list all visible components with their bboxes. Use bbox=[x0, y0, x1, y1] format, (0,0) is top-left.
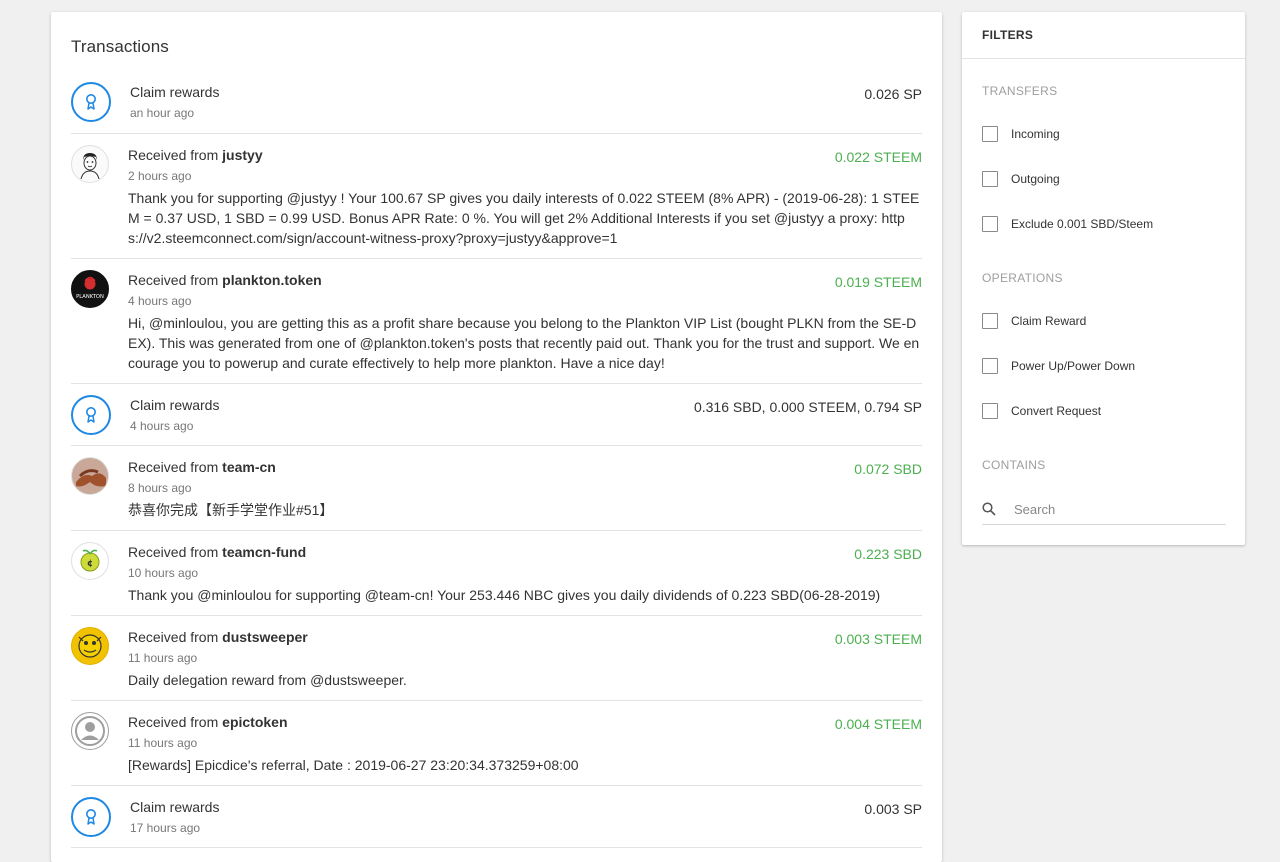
checkbox-box[interactable] bbox=[982, 358, 998, 374]
transaction-row[interactable]: Claim rewards 4 hours ago 0.316 SBD, 0.0… bbox=[71, 384, 922, 446]
transaction-amount: 0.223 SBD bbox=[854, 546, 922, 562]
filters-card: FILTERS TRANSFERS Incoming Outgoing Excl… bbox=[962, 12, 1245, 545]
contains-section-label: CONTAINS bbox=[982, 458, 1046, 472]
checkbox-box[interactable] bbox=[982, 313, 998, 329]
transaction-amount: 0.026 SP bbox=[864, 86, 922, 102]
transaction-row[interactable]: Received from dustsweeper 11 hours ago 0… bbox=[71, 616, 922, 701]
avatar[interactable] bbox=[71, 145, 109, 183]
transaction-title: Received from plankton.token bbox=[128, 272, 322, 288]
claim-reward-label: Claim Reward bbox=[1011, 314, 1087, 328]
transfers-section-label: TRANSFERS bbox=[982, 84, 1058, 98]
sender-link[interactable]: epictoken bbox=[222, 714, 287, 730]
claim-reward-checkbox[interactable]: Claim Reward bbox=[982, 313, 1086, 329]
plankton-logo-text: PLANKTON bbox=[76, 294, 104, 300]
transaction-amount: 0.072 SBD bbox=[854, 461, 922, 477]
checkbox-box[interactable] bbox=[982, 216, 998, 232]
transaction-row[interactable]: Claim rewards 17 hours ago 0.003 SP bbox=[71, 786, 922, 848]
transaction-row[interactable]: Received from epictoken 11 hours ago 0.0… bbox=[71, 701, 922, 786]
transaction-row[interactable]: PLANKTON Received from plankton.token 4 … bbox=[71, 259, 922, 384]
checkbox-box[interactable] bbox=[982, 171, 998, 187]
received-prefix: Received from bbox=[128, 544, 223, 560]
avatar[interactable] bbox=[71, 712, 109, 750]
transaction-time: an hour ago bbox=[130, 106, 195, 120]
transaction-time: 2 hours ago bbox=[128, 169, 192, 183]
transaction-title: Claim rewards bbox=[130, 799, 220, 815]
transaction-amount: 0.316 SBD, 0.000 STEEM, 0.794 SP bbox=[693, 399, 922, 415]
power-up-down-checkbox[interactable]: Power Up/Power Down bbox=[982, 358, 1135, 374]
received-prefix: Received from bbox=[128, 147, 223, 163]
operations-section-label: OPERATIONS bbox=[982, 271, 1063, 285]
filters-title: FILTERS bbox=[962, 12, 1245, 59]
transaction-memo: Daily delegation reward from @dustsweepe… bbox=[128, 672, 407, 688]
transactions-card: Transactions Claim rewards an hour ago 0… bbox=[51, 12, 942, 862]
transaction-time: 11 hours ago bbox=[128, 651, 198, 665]
incoming-checkbox[interactable]: Incoming bbox=[982, 126, 1060, 142]
convert-request-checkbox[interactable]: Convert Request bbox=[982, 403, 1101, 419]
transaction-amount: 0.003 STEEM bbox=[834, 631, 922, 647]
received-prefix: Received from bbox=[128, 459, 223, 475]
sender-link[interactable]: dustsweeper bbox=[222, 629, 308, 645]
transaction-amount: 0.004 STEEM bbox=[834, 716, 922, 732]
transaction-row[interactable]: Received from justyy 2 hours ago 0.022 S… bbox=[71, 134, 922, 259]
default-user-icon bbox=[75, 716, 105, 746]
convert-request-label: Convert Request bbox=[1011, 404, 1102, 418]
search-field[interactable] bbox=[982, 494, 1226, 525]
received-prefix: Received from bbox=[128, 272, 223, 288]
transaction-row[interactable]: ¢ Received from teamcn-fund 10 hours ago… bbox=[71, 531, 922, 616]
transaction-title: Received from teamcn-fund bbox=[128, 544, 306, 560]
fund-logo-glyph: ¢ bbox=[87, 559, 93, 569]
claim-reward-icon bbox=[71, 797, 111, 837]
avatar[interactable] bbox=[71, 627, 109, 665]
avatar[interactable] bbox=[71, 457, 109, 495]
transaction-time: 11 hours ago bbox=[128, 736, 198, 750]
transaction-title: Received from justyy bbox=[128, 147, 263, 163]
claim-reward-icon bbox=[71, 82, 111, 122]
sender-link[interactable]: teamcn-fund bbox=[222, 544, 306, 560]
incoming-label: Incoming bbox=[1011, 127, 1060, 141]
power-up-down-label: Power Up/Power Down bbox=[1011, 359, 1136, 373]
transaction-time: 4 hours ago bbox=[128, 294, 192, 308]
transaction-title: Received from team-cn bbox=[128, 459, 276, 475]
transaction-amount: 0.003 SP bbox=[864, 801, 922, 817]
exclude-small-label: Exclude 0.001 SBD/Steem bbox=[1011, 217, 1154, 231]
search-input[interactable] bbox=[1012, 500, 1216, 518]
sender-link[interactable]: justyy bbox=[222, 147, 262, 163]
transaction-memo: [Rewards] Epicdice's referral, Date : 20… bbox=[128, 757, 579, 773]
checkbox-box[interactable] bbox=[982, 403, 998, 419]
sender-link[interactable]: plankton.token bbox=[222, 272, 322, 288]
transaction-memo: Thank you @minloulou for supporting @tea… bbox=[128, 587, 881, 603]
transaction-title: Received from epictoken bbox=[128, 714, 288, 730]
outgoing-checkbox[interactable]: Outgoing bbox=[982, 171, 1060, 187]
received-prefix: Received from bbox=[128, 714, 223, 730]
avatar[interactable]: ¢ bbox=[71, 542, 109, 580]
search-icon bbox=[982, 502, 996, 516]
transaction-row[interactable]: Claim rewards an hour ago 0.026 SP bbox=[71, 71, 922, 134]
transaction-memo: Hi, @minloulou, you are getting this as … bbox=[128, 315, 920, 371]
sender-link[interactable]: team-cn bbox=[222, 459, 276, 475]
claim-reward-icon bbox=[71, 395, 111, 435]
received-prefix: Received from bbox=[128, 629, 223, 645]
transaction-time: 4 hours ago bbox=[130, 419, 194, 433]
transaction-amount: 0.019 STEEM bbox=[834, 274, 922, 290]
transaction-title: Claim rewards bbox=[130, 84, 220, 100]
exclude-small-checkbox[interactable]: Exclude 0.001 SBD/Steem bbox=[982, 216, 1153, 232]
transaction-title: Claim rewards bbox=[130, 397, 220, 413]
transaction-memo: Thank you for supporting @justyy ! Your … bbox=[128, 190, 920, 246]
checkbox-box[interactable] bbox=[982, 126, 998, 142]
transaction-memo: 恭喜你完成【新手学堂作业#51】 bbox=[128, 502, 334, 518]
transactions-list: Claim rewards an hour ago 0.026 SP Recei… bbox=[71, 71, 922, 848]
transactions-title: Transactions bbox=[71, 37, 169, 56]
transaction-title: Received from dustsweeper bbox=[128, 629, 308, 645]
transaction-row[interactable]: Received from team-cn 8 hours ago 0.072 … bbox=[71, 446, 922, 531]
avatar[interactable]: PLANKTON bbox=[71, 270, 109, 308]
transaction-time: 8 hours ago bbox=[128, 481, 192, 495]
outgoing-label: Outgoing bbox=[1011, 172, 1060, 186]
transaction-time: 10 hours ago bbox=[128, 566, 199, 580]
transaction-time: 17 hours ago bbox=[130, 821, 201, 835]
transaction-amount: 0.022 STEEM bbox=[834, 149, 922, 165]
